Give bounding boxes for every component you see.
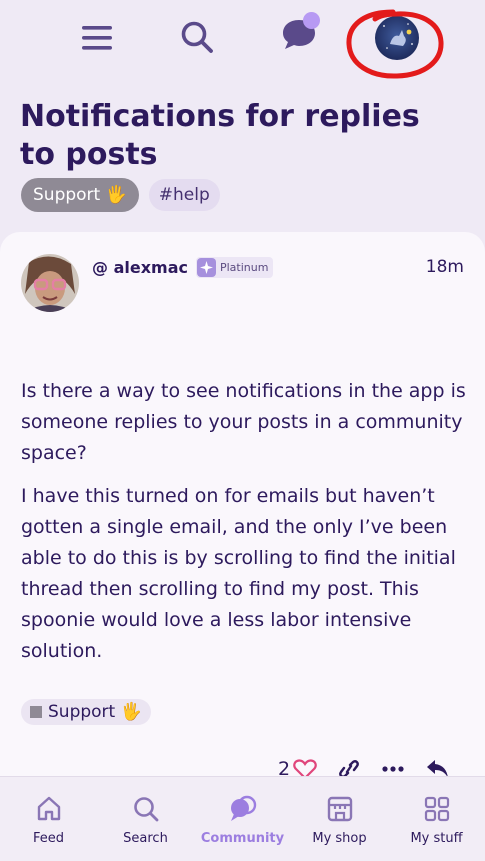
search-icon [181, 21, 213, 53]
author-name[interactable]: @ alexmac [92, 258, 188, 277]
grid-icon [422, 794, 452, 824]
shop-icon [325, 794, 355, 824]
post-tag-label: Support 🖐 [48, 702, 142, 722]
nav-item-my-shop[interactable]: My shop [291, 777, 388, 861]
home-icon [34, 794, 64, 824]
nav-item-feed[interactable]: Feed [0, 777, 97, 861]
nav-item-my-stuff[interactable]: My stuff [388, 777, 485, 861]
more-options-button[interactable] [381, 765, 405, 773]
more-icon [382, 766, 404, 772]
search-button[interactable] [177, 16, 217, 58]
post-tag-support[interactable]: Support 🖐 [21, 699, 151, 725]
nav-label: Feed [32, 831, 64, 846]
unread-indicator [303, 12, 320, 29]
nav-label: My stuff [410, 831, 463, 846]
tag-support[interactable]: Support 🖐 [21, 178, 139, 212]
nav-label: Community [200, 831, 285, 846]
bottom-nav: Feed Search Community My shop My stuff [0, 776, 485, 861]
author-line: @ alexmac Platinum [92, 257, 274, 278]
post-paragraph: I have this turned on for emails but hav… [21, 485, 456, 662]
nav-item-search[interactable]: Search [97, 777, 194, 861]
thread-title: Notifications for replies to posts [20, 99, 420, 172]
platinum-badge: Platinum [195, 257, 274, 278]
tag-help[interactable]: #help [148, 179, 220, 211]
post-body: Is there a way to see notifications in t… [21, 376, 469, 679]
tag-color-swatch [30, 706, 42, 718]
profile-avatar-button[interactable] [372, 16, 422, 60]
user-avatar [375, 16, 419, 60]
post-paragraph: Is there a way to see notifications in t… [21, 380, 466, 464]
community-icon [228, 794, 258, 824]
author-avatar[interactable] [21, 254, 79, 312]
post-card: @ alexmac Platinum 18m Is there a way to… [0, 232, 485, 792]
messages-button[interactable] [276, 10, 322, 56]
sparkle-icon [196, 258, 216, 277]
menu-button[interactable] [78, 18, 116, 58]
post-time: 18m [425, 257, 464, 277]
nav-label: My shop [312, 831, 367, 846]
search-icon [131, 794, 161, 824]
badge-label: Platinum [219, 261, 269, 274]
top-bar [0, 0, 485, 90]
hamburger-menu-icon [82, 26, 112, 50]
thread-tags: Support 🖐 #help [21, 178, 220, 212]
nav-label: Search [123, 831, 168, 846]
nav-item-community[interactable]: Community [194, 777, 291, 861]
